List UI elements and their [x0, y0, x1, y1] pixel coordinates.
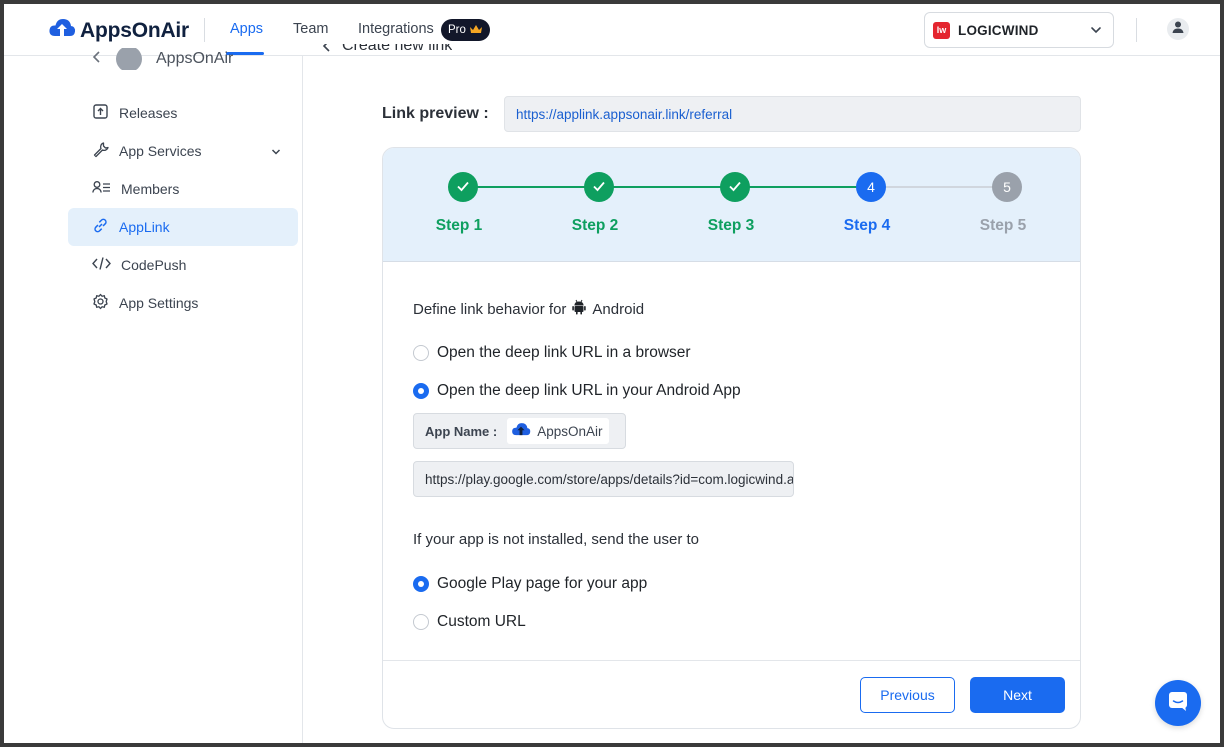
radio-open-browser[interactable]: Open the deep link URL in a browser — [413, 344, 691, 362]
brand-name: AppsOnAir — [80, 18, 190, 42]
sidebar-item-label: App Settings — [119, 295, 199, 311]
nav-team[interactable]: Team — [293, 21, 328, 37]
page-back-row[interactable]: Create new link — [322, 44, 452, 64]
step-connector — [599, 186, 735, 188]
radio-google-play[interactable]: Google Play page for your app — [413, 575, 647, 593]
check-icon — [727, 178, 743, 197]
nav-apps[interactable]: Apps — [230, 21, 263, 37]
step-connector — [871, 186, 1007, 188]
step-4-dot[interactable]: 4 — [856, 172, 886, 202]
org-selector[interactable]: lw LOGICWIND — [924, 12, 1114, 48]
radio-button-selected[interactable] — [413, 576, 429, 592]
radio-button-selected[interactable] — [413, 383, 429, 399]
chat-widget-button[interactable] — [1155, 680, 1201, 726]
sidebar-item-label: Members — [121, 181, 180, 197]
previous-button[interactable]: Previous — [860, 677, 955, 713]
org-name: LOGICWIND — [958, 22, 1039, 38]
step-5-label: Step 5 — [979, 217, 1027, 234]
step-3-dot[interactable] — [720, 172, 750, 202]
sidebar-item-app-services[interactable]: App Services — [68, 132, 298, 170]
check-icon — [591, 178, 607, 197]
cloud-upload-icon — [511, 421, 531, 441]
sidebar-item-members[interactable]: Members — [68, 170, 298, 208]
sidebar-item-label: Releases — [119, 105, 178, 121]
radio-button[interactable] — [413, 614, 429, 630]
nav-integrations[interactable]: Integrations — [358, 21, 434, 37]
step-2-label: Step 2 — [571, 217, 619, 234]
step-connector — [735, 186, 871, 188]
sidebar-item-app-settings[interactable]: App Settings — [68, 284, 298, 322]
nav-divider — [204, 18, 205, 42]
sidebar: AppsOnAir Releases App Services Members — [4, 48, 303, 743]
gear-icon — [92, 293, 109, 313]
app-name-chip: AppsOnAir — [507, 418, 609, 444]
members-icon — [92, 179, 111, 199]
sidebar-item-label: AppLink — [119, 219, 170, 235]
radio-label: Open the deep link URL in a browser — [437, 344, 691, 361]
radio-label: Custom URL — [437, 613, 526, 630]
radio-open-app[interactable]: Open the deep link URL in your Android A… — [413, 382, 741, 400]
pro-badge: Pro — [441, 19, 490, 41]
link-preview-field[interactable]: https://applink.appsonair.link/referral — [504, 96, 1081, 132]
android-icon — [572, 299, 587, 319]
step-1-label: Step 1 — [435, 217, 483, 234]
store-url-field[interactable]: https://play.google.com/store/apps/detai… — [413, 461, 794, 497]
sidebar-item-applink[interactable]: AppLink — [68, 208, 298, 246]
check-icon — [455, 178, 471, 197]
step-5-dot[interactable]: 5 — [992, 172, 1022, 202]
fallback-title-text: If your app is not installed, send the u… — [413, 531, 700, 548]
link-icon — [92, 217, 109, 237]
sidebar-app-name: AppsOnAir — [156, 50, 234, 67]
step-4-label: Step 4 — [843, 217, 891, 234]
stepper: 4 5 Step 1 Step 2 Step 3 Step 4 Step 5 — [383, 148, 1080, 262]
chevron-down-icon — [270, 145, 282, 161]
header-divider — [1136, 18, 1137, 42]
pro-badge-label: Pro — [448, 24, 466, 36]
sidebar-item-label: CodePush — [121, 257, 187, 273]
wrench-icon — [92, 141, 109, 161]
org-logo: lw — [933, 21, 950, 39]
back-arrow-icon — [322, 44, 332, 58]
user-icon — [1171, 20, 1185, 39]
back-arrow-icon — [92, 50, 102, 69]
platform-name: Android — [592, 300, 645, 318]
crown-icon — [469, 24, 483, 37]
sidebar-item-releases[interactable]: Releases — [68, 94, 298, 132]
upload-box-icon — [92, 103, 109, 123]
sidebar-item-label: App Services — [119, 143, 202, 159]
sidebar-item-codepush[interactable]: CodePush — [68, 246, 298, 284]
sidebar-app-header[interactable]: AppsOnAir — [92, 48, 233, 70]
user-avatar-button[interactable] — [1167, 18, 1189, 40]
fallback-section-title: If your app is not installed, send the u… — [413, 531, 699, 548]
chevron-down-icon — [1089, 23, 1103, 42]
radio-custom-url[interactable]: Custom URL — [413, 613, 526, 631]
brand-logo[interactable]: AppsOnAir — [48, 16, 189, 45]
card-footer-divider — [383, 660, 1080, 661]
step-3-label: Step 3 — [707, 217, 755, 234]
app-name-value: AppsOnAir — [537, 423, 603, 439]
page-title: Create new link — [342, 44, 453, 54]
step-2-dot[interactable] — [584, 172, 614, 202]
code-icon — [92, 255, 111, 275]
app-avatar — [116, 48, 142, 70]
wizard-card: 4 5 Step 1 Step 2 Step 3 Step 4 Step 5 D… — [382, 147, 1081, 729]
app-name-field: App Name : AppsOnAir — [413, 413, 626, 449]
step-connector — [463, 186, 599, 188]
radio-button[interactable] — [413, 345, 429, 361]
cloud-upload-icon — [48, 16, 76, 45]
step-1-dot[interactable] — [448, 172, 478, 202]
behavior-section-title: Define link behavior for Android — [413, 299, 644, 319]
radio-label: Open the deep link URL in your Android A… — [437, 382, 741, 399]
app-name-label: App Name : — [425, 423, 498, 439]
app-window: AppsOnAir Apps Team Integrations Pro lw … — [4, 4, 1220, 743]
link-preview-label: Link preview : — [382, 105, 489, 122]
next-button[interactable]: Next — [970, 677, 1065, 713]
chat-icon — [1167, 690, 1189, 717]
behavior-title-text: Define link behavior for — [413, 300, 567, 318]
radio-label: Google Play page for your app — [437, 575, 648, 592]
